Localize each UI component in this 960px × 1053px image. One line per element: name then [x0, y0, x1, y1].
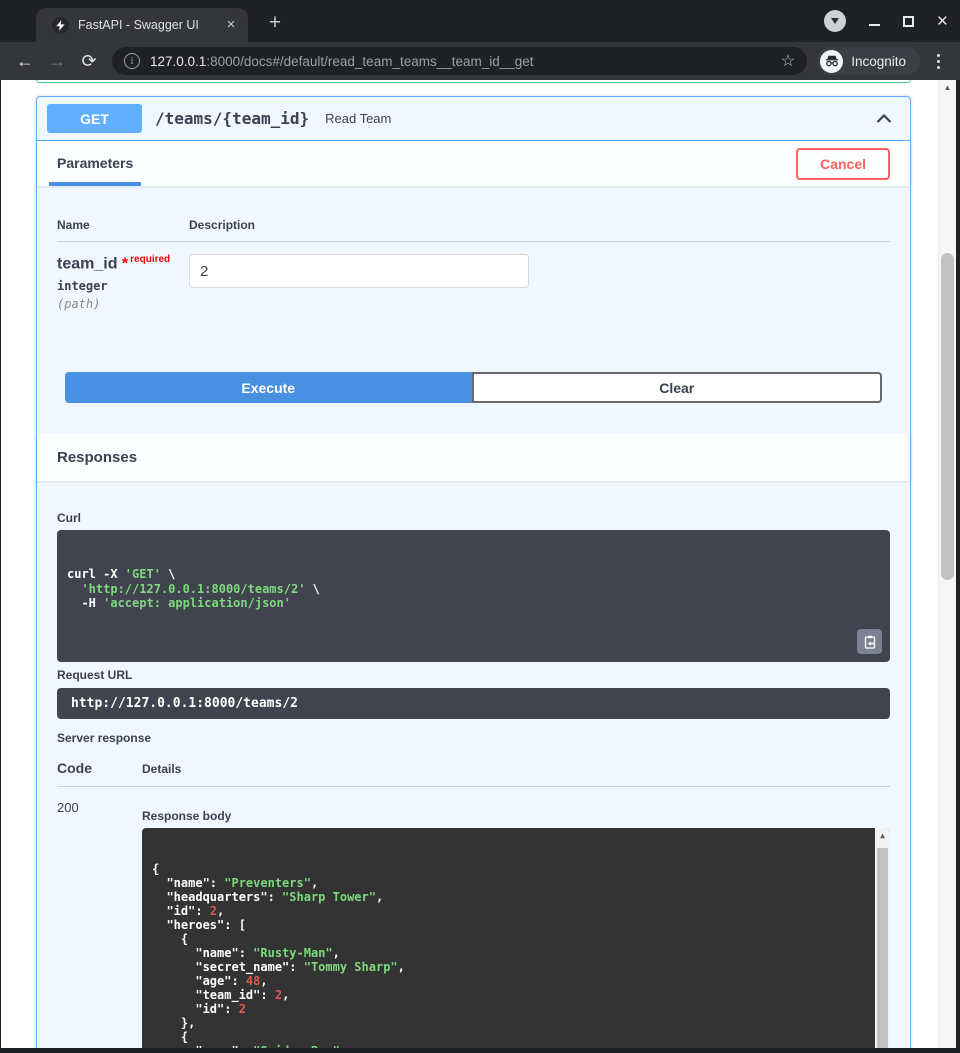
- reload-button[interactable]: ⟳: [74, 46, 104, 76]
- browser-toolbar: ← → ⟳ i 127.0.0.1:8000/docs#/default/rea…: [0, 42, 960, 80]
- name-column-header: Name: [57, 218, 189, 232]
- scroll-up-arrow-icon[interactable]: ▲: [939, 83, 956, 92]
- scroll-up-arrow-icon[interactable]: ▲: [875, 829, 890, 843]
- clear-button[interactable]: Clear: [472, 372, 883, 403]
- minimize-button[interactable]: [869, 24, 880, 26]
- code-column-header: Code: [57, 760, 142, 776]
- required-asterisk: *: [122, 255, 128, 272]
- incognito-badge: Incognito: [817, 47, 920, 75]
- tab-strip: FastAPI - Swagger UI × + ×: [0, 0, 960, 42]
- status-code: 200: [57, 800, 142, 1048]
- team-id-input[interactable]: [189, 254, 529, 288]
- page-scrollbar[interactable]: ▲: [938, 80, 956, 1048]
- bookmark-star-icon[interactable]: ☆: [781, 51, 795, 71]
- request-url-label: Request URL: [57, 668, 890, 682]
- parameter-row: team_id *required integer (path): [57, 242, 890, 311]
- parameters-table-head: Name Description: [57, 186, 890, 242]
- chevron-up-icon: [876, 114, 892, 123]
- parameters-table: Name Description team_id *required integ…: [37, 186, 910, 434]
- clipboard-icon: [863, 635, 877, 649]
- curl-command-block: curl -X 'GET' \ 'http://127.0.0.1:8000/t…: [57, 530, 890, 662]
- parameter-location: (path): [57, 297, 189, 311]
- response-details: Response body { "name": "Preventers", "h…: [142, 800, 890, 1048]
- response-table-head: Code Details: [57, 745, 890, 787]
- parameter-name: team_id *required: [57, 254, 189, 273]
- response-body-label: Response body: [142, 809, 890, 823]
- responses-section-header: Responses: [37, 434, 910, 481]
- incognito-icon: [820, 50, 843, 73]
- response-body-block: { "name": "Preventers", "headquarters": …: [142, 828, 890, 1048]
- menu-kebab-icon[interactable]: [926, 47, 950, 75]
- endpoint-summary: Read Team: [325, 111, 391, 126]
- url-text: 127.0.0.1:8000/docs#/default/read_team_t…: [150, 54, 773, 69]
- previous-opblock-edge: [36, 80, 911, 83]
- response-row: 200 Response body { "name": "Preventers"…: [57, 787, 890, 1048]
- collapse-button[interactable]: [876, 114, 892, 123]
- window-controls: ×: [824, 0, 948, 42]
- incognito-label: Incognito: [851, 54, 906, 69]
- parameter-meta: team_id *required integer (path): [57, 254, 189, 311]
- new-tab-button[interactable]: +: [262, 11, 288, 35]
- opblock-get-read-team: GET /teams/{team_id} Read Team Parameter…: [36, 96, 911, 1048]
- swagger-page: GET /teams/{team_id} Read Team Parameter…: [1, 80, 956, 1048]
- copy-to-clipboard-button[interactable]: [857, 629, 882, 654]
- page-content: GET /teams/{team_id} Read Team Parameter…: [1, 80, 938, 1048]
- parameter-description: [189, 254, 529, 311]
- curl-command: curl -X 'GET' \ 'http://127.0.0.1:8000/t…: [67, 567, 880, 611]
- tab-close-icon[interactable]: ×: [222, 16, 240, 34]
- responses-heading: Responses: [57, 449, 137, 466]
- description-column-header: Description: [189, 218, 255, 232]
- responses-area: Curl curl -X 'GET' \ 'http://127.0.0.1:8…: [37, 481, 910, 1048]
- caret-down-icon: [831, 18, 839, 24]
- browser-window: FastAPI - Swagger UI × + × ← → ⟳ i 127.0…: [0, 0, 960, 1053]
- window-menu-button[interactable]: [824, 10, 846, 32]
- execute-row: Execute Clear: [65, 372, 882, 403]
- execute-button[interactable]: Execute: [65, 372, 472, 403]
- required-label: required: [130, 254, 170, 265]
- page-scrollbar-thumb[interactable]: [941, 253, 954, 580]
- method-badge: GET: [47, 104, 142, 133]
- site-info-icon[interactable]: i: [124, 53, 140, 69]
- curl-label: Curl: [57, 511, 890, 525]
- maximize-button[interactable]: [903, 16, 914, 27]
- opblock-summary[interactable]: GET /teams/{team_id} Read Team: [37, 97, 910, 141]
- parameters-section-header: Parameters Cancel: [37, 141, 910, 186]
- details-column-header: Details: [142, 762, 181, 776]
- cancel-button[interactable]: Cancel: [796, 148, 890, 180]
- request-url-value: http://127.0.0.1:8000/teams/2: [57, 688, 890, 719]
- endpoint-path: /teams/{team_id}: [155, 109, 309, 128]
- response-body-scrollbar[interactable]: ▲: [875, 828, 890, 1048]
- response-body-json: { "name": "Preventers", "headquarters": …: [152, 862, 880, 1048]
- url-path: :8000/docs#/default/read_team_teams__tea…: [206, 54, 533, 69]
- tab-parameters[interactable]: Parameters: [49, 141, 141, 186]
- fastapi-favicon-icon: [52, 17, 69, 34]
- tab-title: FastAPI - Swagger UI: [78, 18, 213, 32]
- forward-button[interactable]: →: [42, 46, 72, 76]
- close-button[interactable]: ×: [937, 12, 948, 31]
- browser-tab[interactable]: FastAPI - Swagger UI ×: [36, 8, 248, 42]
- address-bar[interactable]: i 127.0.0.1:8000/docs#/default/read_team…: [112, 47, 807, 75]
- back-button[interactable]: ←: [10, 46, 40, 76]
- parameter-type: integer: [57, 279, 189, 293]
- url-host: 127.0.0.1: [150, 54, 206, 69]
- server-response-label: Server response: [57, 731, 890, 745]
- response-scrollbar-thumb[interactable]: [877, 848, 888, 1048]
